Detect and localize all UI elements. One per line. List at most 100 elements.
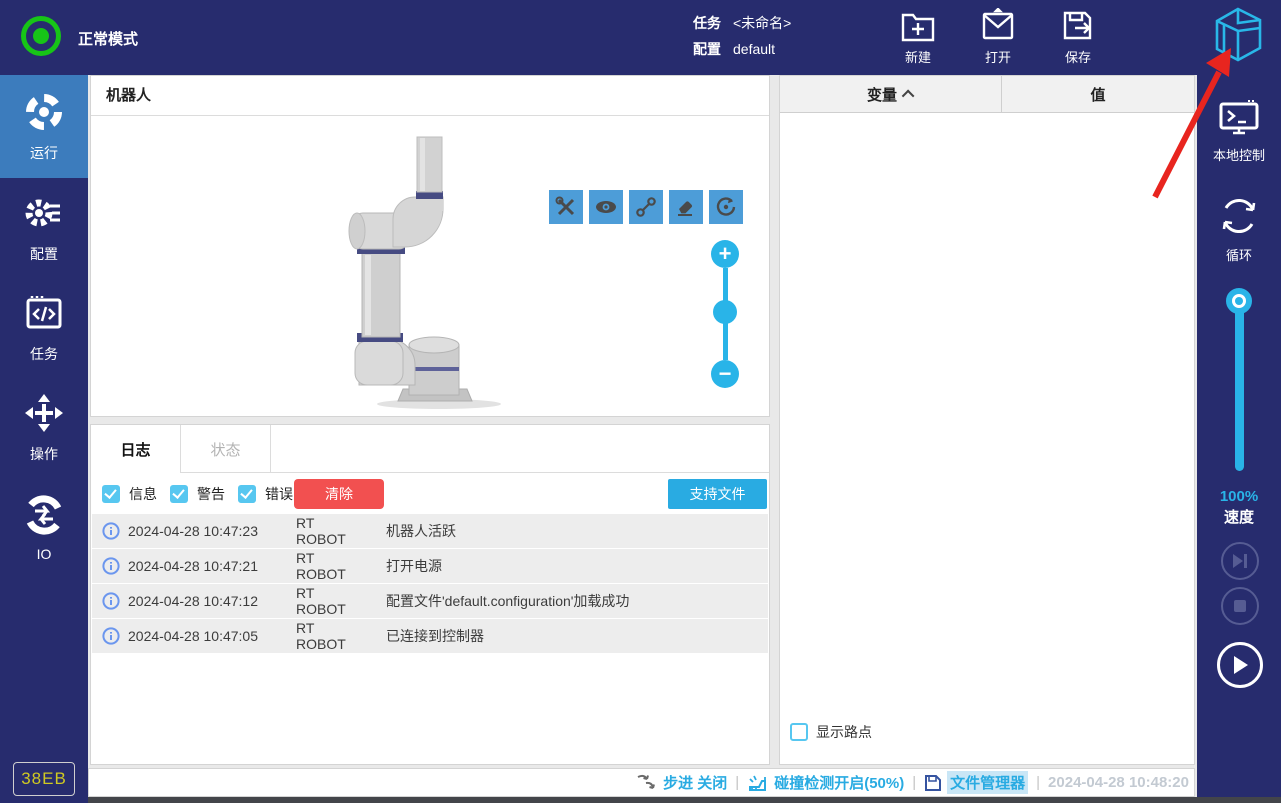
erase-button[interactable]	[669, 190, 703, 224]
robot-arm-image	[348, 136, 501, 409]
sort-ascending-icon	[901, 89, 915, 102]
filter-warning-label: 警告	[197, 485, 225, 502]
log-time: 2024-04-28 10:47:05	[128, 628, 258, 644]
robot-3d-view[interactable]: + −	[91, 117, 769, 416]
step-mode-label: 步进 关闭	[663, 775, 728, 792]
tab-status[interactable]: 状态	[181, 425, 271, 473]
log-message: 已连接到控制器	[386, 628, 484, 644]
show-waypoints-checkbox[interactable]	[790, 723, 808, 741]
support-files-button[interactable]: 支持文件	[668, 479, 767, 509]
filter-info-checkbox[interactable]	[102, 484, 120, 503]
log-filter-row: 信息 警告 错误 清除 支持文件	[91, 473, 769, 514]
step-mode-toggle[interactable]: 步进 关闭	[636, 772, 727, 793]
separator: |	[1036, 774, 1041, 791]
local-control-button[interactable]: 本地控制	[1197, 97, 1281, 164]
speed-value: 100%	[1219, 488, 1259, 505]
view-visibility-button[interactable]	[589, 190, 623, 224]
log-time: 2024-04-28 10:47:12	[128, 593, 258, 609]
zoom-in-button[interactable]: +	[711, 240, 739, 268]
eraser-icon	[678, 201, 692, 216]
play-button[interactable]	[1217, 642, 1263, 688]
log-panel: 日志 状态 信息 警告 错误 清除 支持文件 2024-04-28 10:47:…	[90, 424, 770, 765]
column-header-variable[interactable]: 变量	[780, 76, 1002, 112]
brand-cube-logo[interactable]	[1210, 5, 1266, 65]
new-task-button[interactable]: 新建	[886, 8, 950, 66]
speed-slider-track[interactable]	[1235, 301, 1244, 471]
open-task-button[interactable]: 打开	[966, 8, 1030, 66]
local-control-terminal-icon	[1197, 97, 1281, 139]
rotate-view-icon	[716, 197, 736, 216]
info-icon	[102, 557, 120, 575]
save-export-icon	[1046, 8, 1110, 44]
robot-control-app: 正常模式 任务 <未命名> 配置 default 新建 打开 保存 运行 配置 …	[0, 0, 1281, 803]
filter-warning-checkbox[interactable]	[170, 484, 188, 503]
floppy-disk-icon	[925, 774, 942, 791]
loop-button[interactable]: 循环	[1197, 193, 1281, 264]
log-source: RT ROBOT	[296, 550, 346, 582]
loop-cycle-icon	[1197, 193, 1281, 239]
tab-log[interactable]: 日志	[91, 425, 181, 473]
variable-table-header: 变量 值	[780, 76, 1194, 113]
step-next-button[interactable]	[1221, 542, 1259, 580]
sidebar-item-operate[interactable]: 操作	[0, 378, 88, 478]
zoom-control: + −	[711, 240, 741, 388]
collision-detection-label: 碰撞检测开启(50%)	[774, 775, 905, 792]
show-waypoints-label: 显示路点	[816, 724, 872, 740]
log-source: RT ROBOT	[296, 515, 346, 547]
log-message: 打开电源	[386, 558, 442, 574]
filter-info-label: 信息	[129, 485, 157, 502]
sidebar-item-io[interactable]: IO	[0, 478, 88, 578]
rotate-view-button[interactable]	[709, 190, 743, 224]
filter-error-checkbox[interactable]	[238, 484, 256, 503]
path-waypoints-icon	[636, 197, 656, 217]
save-task-button[interactable]: 保存	[1046, 8, 1110, 66]
mode-status-indicator-icon	[21, 16, 61, 56]
clear-log-button[interactable]: 清除	[294, 479, 384, 509]
speed-slider-handle[interactable]	[1226, 288, 1252, 314]
robot-3d-panel: 机器人 + −	[90, 75, 770, 417]
task-label: 任务	[693, 15, 721, 31]
filter-error-label: 错误	[265, 485, 293, 502]
log-source: RT ROBOT	[296, 620, 346, 652]
eye-icon	[596, 201, 616, 213]
log-source: RT ROBOT	[296, 585, 346, 617]
skip-next-icon	[1233, 554, 1247, 568]
play-icon	[1234, 656, 1248, 674]
column-header-value: 值	[1090, 86, 1106, 104]
sidebar-item-task[interactable]: 任务	[0, 278, 88, 378]
task-code-icon	[23, 292, 65, 337]
log-row: 2024-04-28 10:47:12 RT ROBOT 配置文件'defaul…	[92, 584, 768, 618]
zoom-out-button[interactable]: −	[711, 360, 739, 388]
window-bottom-edge	[0, 797, 1281, 803]
robot-panel-title: 机器人	[91, 76, 769, 116]
stop-button[interactable]	[1221, 587, 1259, 625]
config-gear-icon	[23, 192, 65, 237]
path-display-button[interactable]	[629, 190, 663, 224]
config-value: default	[733, 41, 776, 57]
sidebar-item-config[interactable]: 配置	[0, 178, 88, 278]
variable-panel: 变量 值 显示路点	[779, 75, 1195, 765]
tools-button[interactable]	[549, 190, 583, 224]
separator: |	[912, 774, 917, 791]
collision-icon	[749, 775, 767, 791]
view-toolbar	[549, 190, 743, 224]
info-icon	[102, 522, 120, 540]
new-folder-plus-icon	[886, 8, 950, 44]
zoom-slider-handle[interactable]	[713, 300, 737, 324]
config-label: 配置	[693, 41, 721, 57]
stop-icon	[1234, 600, 1246, 612]
log-entries: 2024-04-28 10:47:23 RT ROBOT 机器人活跃 2024-…	[92, 514, 768, 654]
left-sidebar: 运行 配置 任务 操作 IO 38EB	[0, 75, 88, 803]
task-config-info: 任务 <未命名> 配置 default	[693, 10, 791, 62]
sidebar-item-run[interactable]: 运行	[0, 75, 88, 178]
run-target-icon	[23, 91, 65, 136]
collision-detection-toggle[interactable]: 碰撞检测开启(50%)	[747, 772, 904, 793]
log-tabs: 日志 状态	[91, 425, 769, 473]
status-timestamp: 2024-04-28 10:48:20	[1048, 774, 1189, 791]
log-message: 机器人活跃	[386, 523, 456, 539]
file-manager-button[interactable]: 文件管理器	[924, 771, 1029, 794]
log-time: 2024-04-28 10:47:21	[128, 558, 258, 574]
info-icon	[102, 627, 120, 645]
io-exchange-icon	[23, 494, 65, 539]
tools-icon	[555, 196, 575, 216]
